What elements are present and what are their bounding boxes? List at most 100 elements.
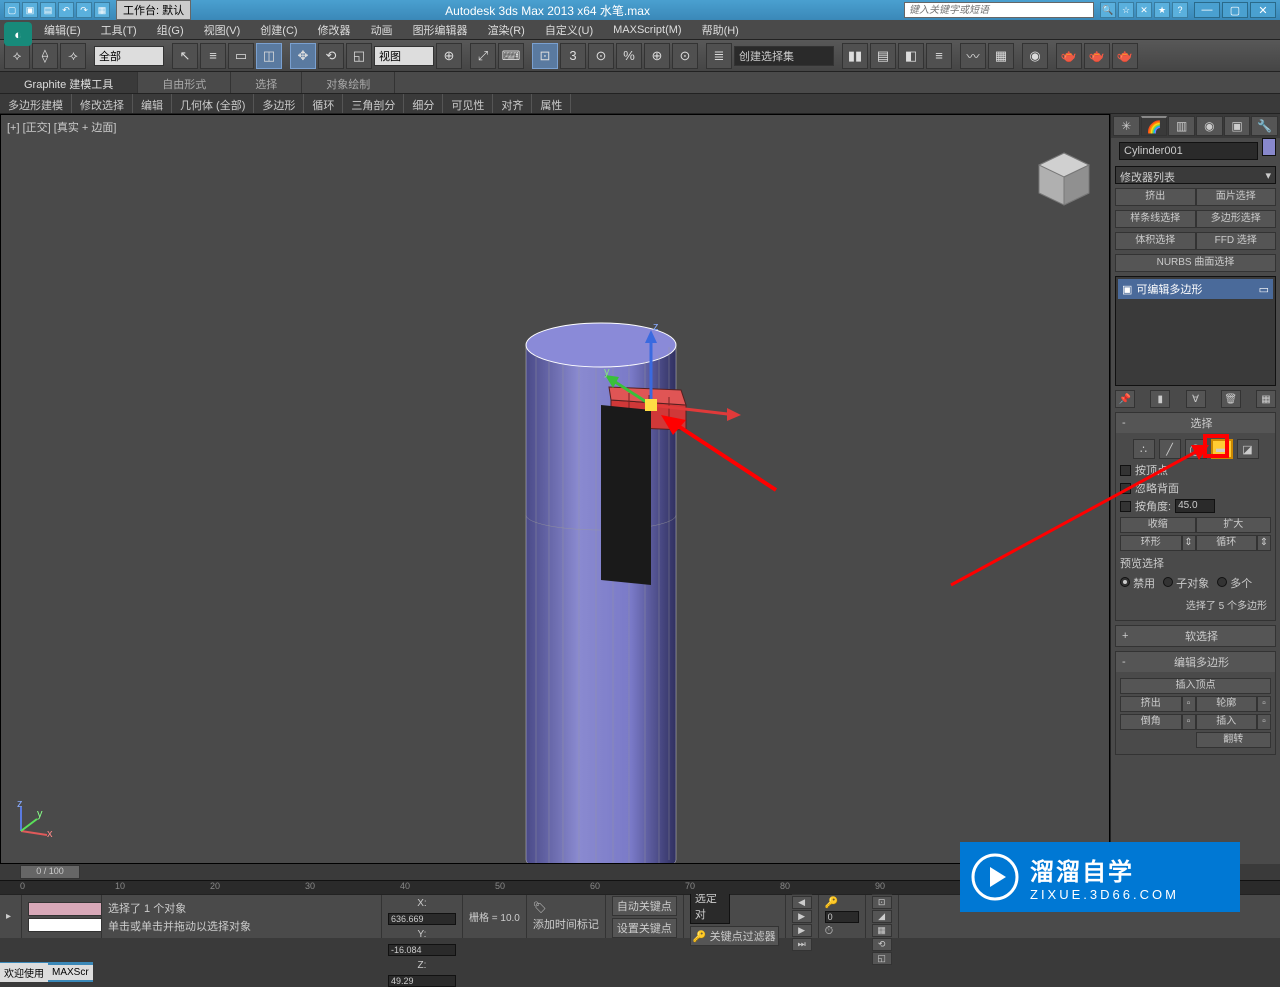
subscription-icon[interactable]: ☆ bbox=[1118, 2, 1134, 18]
menu-animation[interactable]: 动画 bbox=[361, 19, 403, 41]
snap-icon[interactable]: ⊡ bbox=[532, 43, 558, 69]
key-mode-icon[interactable]: 🔑 bbox=[825, 896, 859, 909]
ribbon-panel-modifysel[interactable]: 修改选择 bbox=[72, 94, 133, 113]
angle-snap-icon[interactable]: 3 bbox=[560, 43, 586, 69]
layers-icon[interactable]: ◧ bbox=[898, 43, 924, 69]
link-icon[interactable]: ⟡ bbox=[4, 43, 30, 69]
ribbon-panel-tris[interactable]: 三角剖分 bbox=[343, 94, 404, 113]
preview-multi-radio[interactable] bbox=[1217, 577, 1227, 587]
rollout-soft-header[interactable]: +软选择 bbox=[1116, 626, 1275, 646]
ribbon-panel-align[interactable]: 对齐 bbox=[493, 94, 532, 113]
mod-preset-polysel[interactable]: 多边形选择 bbox=[1196, 210, 1277, 228]
motion-panel-tab[interactable]: ◉ bbox=[1196, 116, 1223, 136]
ribbon-panel-geomall[interactable]: 几何体 (全部) bbox=[172, 94, 254, 113]
angle-spinner[interactable]: 45.0 bbox=[1175, 499, 1215, 513]
extrude-button[interactable]: 挤出 bbox=[1120, 696, 1182, 712]
autokey-button[interactable]: 自动关键点 bbox=[612, 896, 677, 916]
mini-listener-white[interactable] bbox=[28, 918, 102, 932]
by-vertex-checkbox[interactable] bbox=[1120, 465, 1131, 476]
maximize-button[interactable]: ▢ bbox=[1222, 2, 1248, 18]
modify-panel-tab[interactable]: 🌈 bbox=[1141, 116, 1168, 136]
y-coord-field[interactable]: -16.084 bbox=[388, 944, 456, 956]
menu-edit[interactable]: 编辑(E) bbox=[34, 19, 91, 41]
loop-spinner[interactable]: ⇕ bbox=[1257, 535, 1271, 551]
application-menu-button[interactable]: ◐ bbox=[4, 22, 32, 46]
inset-settings-icon[interactable]: ▫ bbox=[1257, 714, 1271, 730]
bevel-button[interactable]: 倒角 bbox=[1120, 714, 1182, 730]
scale-icon[interactable]: ◱ bbox=[346, 43, 372, 69]
prev-frame-icon[interactable]: ◀ bbox=[792, 896, 812, 909]
ring-spinner[interactable]: ⇕ bbox=[1182, 535, 1196, 551]
minimize-button[interactable]: — bbox=[1194, 2, 1220, 18]
object-color-swatch[interactable] bbox=[1262, 138, 1276, 156]
align-icon[interactable]: ▤ bbox=[870, 43, 896, 69]
menu-create[interactable]: 创建(C) bbox=[250, 19, 307, 41]
mod-preset-facesel[interactable]: 面片选择 bbox=[1196, 188, 1277, 206]
preview-disable-radio[interactable] bbox=[1120, 577, 1130, 587]
move-icon[interactable]: ✥ bbox=[290, 43, 316, 69]
selection-lock-icon[interactable]: ≣ bbox=[706, 43, 732, 69]
border-subobj-icon[interactable]: ◯ bbox=[1185, 439, 1207, 459]
ribbon-panel-edit[interactable]: 编辑 bbox=[133, 94, 172, 113]
menu-modifier[interactable]: 修改器 bbox=[308, 19, 361, 41]
outline-settings-icon[interactable]: ▫ bbox=[1257, 696, 1271, 712]
flip-button[interactable]: 翻转 bbox=[1196, 732, 1272, 748]
close-button[interactable]: ✕ bbox=[1250, 2, 1276, 18]
select-icon[interactable]: ↖ bbox=[172, 43, 198, 69]
workspace-dropdown[interactable]: 工作台: 默认 bbox=[116, 0, 191, 20]
ribbon-panel-polymodel[interactable]: 多边形建模 bbox=[0, 94, 72, 113]
remove-modifier-icon[interactable]: 🗑 bbox=[1221, 390, 1241, 408]
infocenter-search[interactable] bbox=[904, 2, 1094, 18]
element-subobj-icon[interactable]: ◪ bbox=[1237, 439, 1259, 459]
ribbon-tab-selection[interactable]: 选择 bbox=[231, 72, 302, 93]
project-icon[interactable]: ▦ bbox=[94, 2, 110, 18]
new-icon[interactable]: ▢ bbox=[4, 2, 20, 18]
menu-tools[interactable]: 工具(T) bbox=[91, 19, 147, 41]
maximize-viewport-icon[interactable]: ◱ bbox=[872, 952, 892, 965]
setkey-button[interactable]: 设置关键点 bbox=[612, 918, 677, 938]
show-end-result-icon[interactable]: ▮ bbox=[1150, 390, 1170, 408]
make-unique-icon[interactable]: ∀ bbox=[1186, 390, 1206, 408]
zoom-extents-icon[interactable]: ⊡ bbox=[872, 896, 892, 909]
insert-vertex-button[interactable]: 插入顶点 bbox=[1120, 678, 1271, 694]
menu-maxscript[interactable]: MAXScript(M) bbox=[603, 21, 691, 39]
select-name-icon[interactable]: ≡ bbox=[200, 43, 226, 69]
mod-preset-ffdsel[interactable]: FFD 选择 bbox=[1196, 232, 1277, 250]
mod-preset-nurbs[interactable]: NURBS 曲面选择 bbox=[1115, 254, 1276, 272]
ribbon-panel-subdiv[interactable]: 细分 bbox=[404, 94, 443, 113]
mirror-icon[interactable]: ▮▮ bbox=[842, 43, 868, 69]
rollout-editpoly-header[interactable]: -编辑多边形 bbox=[1116, 652, 1275, 672]
orbit-icon[interactable]: ⟲ bbox=[872, 938, 892, 951]
named-selection-combo[interactable]: 创建选择集 bbox=[734, 46, 834, 66]
z-coord-field[interactable]: 49.29 bbox=[388, 975, 456, 987]
ring-button[interactable]: 环形 bbox=[1120, 535, 1182, 551]
rendered-frame-icon[interactable]: 🫖 bbox=[1084, 43, 1110, 69]
edge-constraint-icon[interactable]: ⊕ bbox=[644, 43, 670, 69]
undo-icon[interactable]: ↶ bbox=[58, 2, 74, 18]
object-name-field[interactable]: Cylinder001 bbox=[1119, 142, 1258, 160]
percent-snap-icon[interactable]: ⊙ bbox=[588, 43, 614, 69]
communication-center-tabs[interactable]: 欢迎使用 MAXScr bbox=[0, 962, 93, 982]
ribbon-tab-graphite[interactable]: Graphite 建模工具 bbox=[0, 72, 138, 93]
render-setup-icon[interactable]: 🫖 bbox=[1056, 43, 1082, 69]
add-time-tag-text[interactable]: 添加时间标记 bbox=[533, 916, 599, 932]
menu-group[interactable]: 组(G) bbox=[147, 19, 194, 41]
save-icon[interactable]: ▤ bbox=[40, 2, 56, 18]
ribbon-panel-polygons[interactable]: 多边形 bbox=[254, 94, 304, 113]
by-angle-checkbox[interactable] bbox=[1120, 501, 1131, 512]
mod-preset-volsel[interactable]: 体积选择 bbox=[1115, 232, 1196, 250]
stack-editable-poly[interactable]: ▣可编辑多边形▭ bbox=[1118, 279, 1273, 299]
mod-preset-extrude[interactable]: 挤出 bbox=[1115, 188, 1196, 206]
ignore-backface-checkbox[interactable] bbox=[1120, 483, 1131, 494]
create-panel-tab[interactable]: ✳ bbox=[1113, 116, 1140, 136]
unlink-icon[interactable]: ⟠ bbox=[32, 43, 58, 69]
vertex-subobj-icon[interactable]: ∴ bbox=[1133, 439, 1155, 459]
key-filters-button[interactable]: 🔑 关键点过滤器 bbox=[690, 926, 779, 946]
bind-icon[interactable]: ⟢ bbox=[60, 43, 86, 69]
menu-help[interactable]: 帮助(H) bbox=[692, 19, 749, 41]
rollout-selection-header[interactable]: -选择 bbox=[1116, 413, 1275, 433]
material-editor-icon[interactable]: ◉ bbox=[1022, 43, 1048, 69]
selection-filter-combo[interactable]: 全部 bbox=[94, 46, 164, 66]
display-panel-tab[interactable]: ▣ bbox=[1224, 116, 1251, 136]
help-icon[interactable]: ? bbox=[1172, 2, 1188, 18]
